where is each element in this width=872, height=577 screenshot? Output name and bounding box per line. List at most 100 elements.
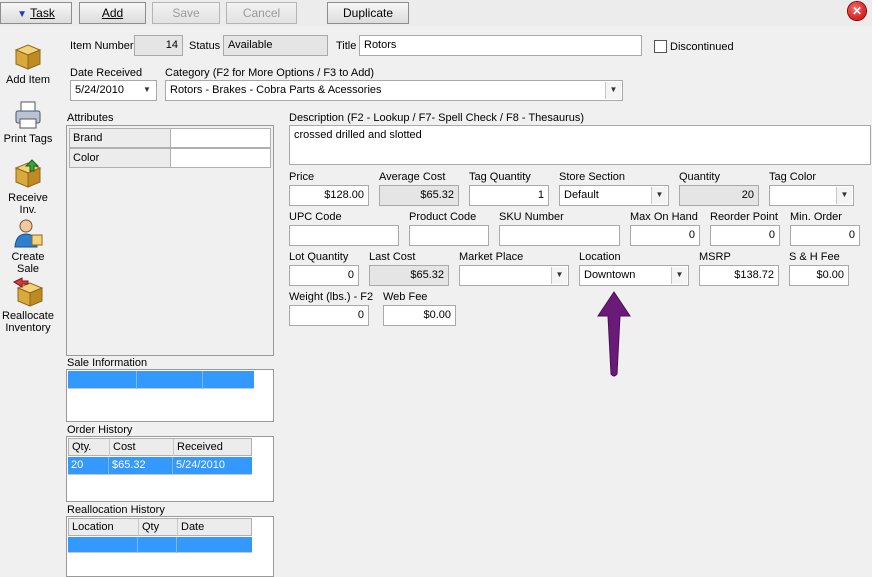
store-section-select[interactable]: Default ▼ [559, 185, 669, 206]
sidebar-item-print-tags[interactable]: Print Tags [0, 99, 56, 145]
column-header[interactable]: Location [69, 519, 139, 536]
msrp-input[interactable]: $138.72 [699, 265, 779, 286]
category-select[interactable]: Rotors - Brakes - Cobra Parts & Acessori… [165, 80, 623, 101]
chevron-down-icon[interactable]: ▼ [605, 82, 621, 99]
table-header-row: Location Qty Date [68, 518, 252, 536]
sidebar-item-label: Receive Inv. [8, 192, 48, 216]
table-header-row: Qty. Cost Received [68, 438, 252, 456]
attributes-label: Attributes [67, 112, 114, 124]
attribute-value[interactable] [170, 128, 271, 148]
column-header[interactable]: Date [178, 519, 252, 536]
attribute-value[interactable] [170, 148, 271, 168]
add-button[interactable]: Add [79, 2, 146, 24]
cancel-label: Cancel [242, 6, 281, 20]
sidebar-item-label: Create Sale [11, 251, 45, 275]
date-received-label: Date Received [70, 67, 143, 79]
reorder-point-input[interactable]: 0 [710, 225, 780, 246]
market-place-select[interactable]: ▼ [459, 265, 569, 286]
min-order-label: Min. Order [790, 211, 842, 223]
weight-label: Weight (lbs.) - F2 [289, 291, 374, 303]
last-cost-label: Last Cost [369, 251, 416, 263]
sidebar-item-add-item[interactable]: Add Item [0, 40, 56, 86]
column-header[interactable]: Received [174, 439, 252, 456]
status-label: Status [189, 40, 221, 52]
tag-color-select[interactable]: ▼ [769, 185, 854, 206]
sidebar-item-label: Print Tags [3, 133, 53, 145]
table-cell [203, 371, 254, 389]
location-label: Location [579, 251, 621, 263]
reallocation-history-label: Reallocation History [67, 504, 165, 516]
sku-label: SKU Number [499, 211, 564, 223]
attribute-row[interactable]: Brand [67, 128, 272, 148]
column-header[interactable]: Qty. [69, 439, 110, 456]
reorder-point-label: Reorder Point [710, 211, 778, 223]
sidebar-item-receive-inv[interactable]: Receive Inv. [0, 158, 56, 216]
market-place-label: Market Place [459, 251, 524, 263]
status-field: Available [223, 35, 328, 56]
table-cell [68, 371, 137, 389]
chevron-down-icon[interactable]: ▼ [651, 187, 667, 204]
table-row[interactable]: 20 $65.32 5/24/2010 [68, 457, 252, 475]
chevron-down-icon[interactable]: ▼ [139, 82, 155, 99]
column-header[interactable]: Qty [139, 519, 178, 536]
title-label: Title [336, 40, 357, 52]
toolbar: ▼ Task Add Save Cancel Duplicate ✕ [0, 0, 872, 26]
save-label: Save [172, 6, 200, 20]
attribute-row[interactable]: Color [67, 148, 272, 168]
close-icon[interactable]: ✕ [848, 2, 866, 20]
item-number-label: Item Number [70, 40, 134, 52]
order-history-grid: Qty. Cost Received 20 $65.32 5/24/2010 [66, 436, 274, 502]
max-on-hand-input[interactable]: 0 [630, 225, 700, 246]
tag-quantity-input[interactable]: 1 [469, 185, 549, 206]
quantity-field: 20 [679, 185, 759, 206]
price-label: Price [289, 171, 315, 183]
cancel-button[interactable]: Cancel [226, 2, 297, 24]
table-cell [138, 537, 177, 553]
product-code-input[interactable] [409, 225, 489, 246]
store-section-value: Default [564, 189, 599, 201]
reallocation-history-grid: Location Qty Date [66, 516, 274, 577]
table-row[interactable] [68, 371, 254, 389]
sh-fee-input[interactable]: $0.00 [789, 265, 849, 286]
add-label: Add [101, 6, 124, 20]
printer-icon [15, 101, 41, 129]
table-row[interactable] [68, 537, 252, 553]
title-input[interactable]: Rotors [359, 35, 642, 56]
category-value: Rotors - Brakes - Cobra Parts & Acessori… [170, 84, 382, 96]
table-cell: 20 [68, 457, 109, 475]
date-received-picker[interactable]: 5/24/2010 ▼ [70, 80, 157, 101]
chevron-down-icon[interactable]: ▼ [836, 187, 852, 204]
price-input[interactable]: $128.00 [289, 185, 369, 206]
tag-color-label: Tag Color [769, 171, 817, 183]
task-menu-button[interactable]: ▼ Task [0, 2, 72, 24]
sh-fee-label: S & H Fee [789, 251, 840, 263]
column-header[interactable]: Cost [110, 439, 174, 456]
sidebar-item-reallocate[interactable]: Reallocate Inventory [0, 276, 56, 334]
chevron-down-icon[interactable]: ▼ [671, 267, 687, 284]
annotation-arrow-icon [597, 291, 631, 377]
web-fee-input[interactable]: $0.00 [383, 305, 456, 326]
triangle-down-icon: ▼ [17, 9, 28, 20]
upc-label: UPC Code [289, 211, 342, 223]
msrp-label: MSRP [699, 251, 731, 263]
max-on-hand-label: Max On Hand [630, 211, 698, 223]
description-label: Description (F2 - Lookup / F7- Spell Che… [289, 112, 585, 124]
location-select[interactable]: Downtown ▼ [579, 265, 689, 286]
table-cell: 5/24/2010 [176, 459, 225, 471]
sale-information-grid [66, 369, 274, 422]
person-sale-icon [14, 219, 43, 248]
sidebar-item-label: Add Item [5, 74, 51, 86]
sku-input[interactable] [499, 225, 620, 246]
description-textarea[interactable]: crossed drilled and slotted [289, 125, 871, 165]
lot-quantity-label: Lot Quantity [289, 251, 349, 263]
upc-input[interactable] [289, 225, 399, 246]
lot-quantity-input[interactable]: 0 [289, 265, 359, 286]
discontinued-checkbox[interactable] [654, 40, 667, 53]
weight-input[interactable]: 0 [289, 305, 369, 326]
duplicate-button[interactable]: Duplicate [327, 2, 409, 24]
save-button[interactable]: Save [152, 2, 220, 24]
sidebar-item-create-sale[interactable]: Create Sale [0, 217, 56, 275]
average-cost-field: $65.32 [379, 185, 459, 206]
min-order-input[interactable]: 0 [790, 225, 860, 246]
chevron-down-icon[interactable]: ▼ [551, 267, 567, 284]
